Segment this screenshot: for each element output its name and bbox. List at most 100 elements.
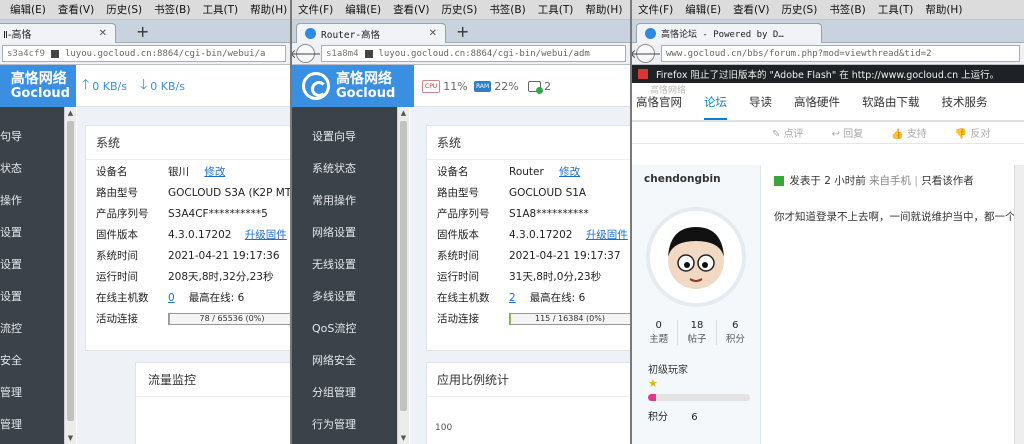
menu-edit[interactable]: 编辑(E) (685, 2, 721, 17)
nav-hardware[interactable]: 高恪硬件 (794, 94, 840, 110)
menu-help[interactable]: 帮助(H) (925, 2, 962, 17)
sidebar-item-network[interactable]: 网络设置 (312, 217, 397, 249)
close-tab-icon[interactable]: ✕ (421, 28, 437, 39)
sidebar-item-behavior[interactable]: 管理 (0, 409, 64, 441)
browser-tab[interactable]: Ⅱ-高恪 ✕ (0, 23, 116, 43)
menu-tools[interactable]: 工具(T) (202, 2, 238, 17)
sidebar-item-multiline[interactable]: 多线设置 (312, 281, 397, 313)
gocloud-logo-icon (302, 72, 330, 100)
upgrade-firmware-link[interactable]: 升级固件 (586, 229, 628, 241)
menu-history[interactable]: 历史(S) (441, 2, 477, 17)
menu-history[interactable]: 历史(S) (781, 2, 817, 17)
menu-view[interactable]: 查看(V) (393, 2, 429, 17)
online-users-value: 2 (544, 79, 551, 93)
back-arrow-icon[interactable]: 🡐 (292, 44, 322, 63)
menu-help[interactable]: 帮助(H) (585, 2, 622, 17)
scroll-thumb[interactable] (67, 121, 74, 421)
scroll-up-icon[interactable]: ▲ (65, 107, 76, 119)
sidebar-scrollbar[interactable]: ▲ ▼ (64, 107, 76, 444)
post-separator: | (914, 175, 918, 187)
row-device-name: 设备名 Router 修改 (437, 162, 580, 183)
browser-tab[interactable]: 高恪论坛 - Powered by D… (636, 23, 822, 43)
sidebar-item-operations[interactable]: 常用操作 (312, 185, 397, 217)
only-author-link[interactable]: 只看该作者 (921, 175, 974, 187)
sidebar-item-wizard[interactable]: 句导 (0, 121, 64, 153)
author-username[interactable]: chendongbin (644, 173, 721, 185)
sidebar-item-operations[interactable]: 操作 (0, 185, 64, 217)
reply-action[interactable]: ↩ 回复 (832, 125, 878, 140)
download-speed-value: 0 KB/s (150, 79, 185, 93)
sidebar-scrollbar[interactable]: ▲ ▼ (397, 107, 409, 444)
url-bar[interactable]: s3a4cf9 luyou.gocloud.cn:8864/cgi-bin/we… (2, 45, 286, 62)
sidebar-item-status[interactable]: 状态 (0, 153, 64, 185)
sidebar-item-wireless[interactable]: 设置 (0, 249, 64, 281)
upload-speed: 🡑 0 KB/s (82, 65, 127, 107)
avatar[interactable] (646, 207, 746, 307)
star-icon: ★ (648, 377, 658, 390)
edit-link[interactable]: 修改 (559, 166, 580, 178)
logo-text-cn: 高恪网络 (10, 70, 67, 87)
sidebar-item-wireless[interactable]: 无线设置 (312, 249, 397, 281)
row-device-name: 设备名 银川 修改 (96, 162, 225, 183)
scroll-down-icon[interactable]: ▼ (65, 432, 76, 444)
menu-tools[interactable]: 工具(T) (878, 2, 914, 17)
points-progress-bar (648, 394, 750, 401)
progress-fill (510, 314, 511, 324)
upgrade-firmware-link[interactable]: 升级固件 (245, 229, 287, 241)
online-hosts-link[interactable]: 0 (168, 292, 175, 304)
menu-file[interactable]: 文件(F) (638, 2, 673, 17)
menu-bookmarks[interactable]: 书签(B) (829, 2, 865, 17)
online-hosts-link[interactable]: 2 (509, 292, 516, 304)
menu-bar: 文件(F) 编辑(E) 查看(V) 历史(S) 书签(B) 工具(T) 帮助(H… (632, 0, 1024, 20)
nav-router-download[interactable]: 软路由下载 (862, 94, 920, 110)
sidebar-item-wizard[interactable]: 设置向导 (312, 121, 397, 153)
stat-posts[interactable]: 18 帖子 (678, 320, 717, 345)
sidebar-item-qos[interactable]: QoS流控 (312, 313, 397, 345)
close-tab-icon[interactable]: ✕ (91, 28, 107, 39)
support-action[interactable]: 👍 支持 (891, 125, 941, 140)
menu-edit[interactable]: 编辑(E) (345, 2, 381, 17)
menu-bookmarks[interactable]: 书签(B) (154, 2, 190, 17)
upload-arrow-icon: 🡑 (82, 77, 90, 93)
new-tab-icon[interactable]: + (136, 22, 149, 41)
menu-view[interactable]: 查看(V) (58, 2, 94, 17)
user-rank[interactable]: 初级玩家 (648, 361, 688, 376)
back-arrow-icon[interactable]: 🡐 (632, 44, 662, 63)
sidebar-item-group[interactable]: 管理 (0, 377, 64, 409)
menu-view[interactable]: 查看(V) (733, 2, 769, 17)
menu-edit[interactable]: 编辑(E) (10, 2, 46, 17)
ram-value: 22% (494, 79, 519, 93)
stat-points[interactable]: 6 积分 (717, 320, 754, 345)
sidebar-item-security[interactable]: 安全 (0, 345, 64, 377)
sidebar-item-group[interactable]: 分组管理 (312, 377, 397, 409)
url-bar[interactable]: www.gocloud.cn/bbs/forum.php?mod=viewthr… (661, 45, 1020, 62)
url-bar[interactable]: s1a8m4 luyou.gocloud.cn:8864/cgi-bin/web… (321, 45, 626, 62)
oppose-action[interactable]: 👎 反对 (955, 125, 1005, 140)
nav-guide[interactable]: 导读 (749, 94, 772, 110)
menu-help[interactable]: 帮助(H) (250, 2, 287, 17)
progress-text: 78 / 65536 (0%) (199, 314, 265, 323)
sidebar-item-network[interactable]: 设置 (0, 217, 64, 249)
label: 路由型号 (96, 187, 138, 199)
browser-tab[interactable]: Router-高恪 ✕ (296, 23, 446, 43)
sidebar-item-status[interactable]: 系统状态 (312, 153, 397, 185)
menu-history[interactable]: 历史(S) (106, 2, 142, 17)
scroll-down-icon[interactable]: ▼ (398, 432, 409, 444)
new-tab-icon[interactable]: + (456, 22, 469, 41)
sidebar-item-security[interactable]: 网络安全 (312, 345, 397, 377)
scroll-up-icon[interactable]: ▲ (398, 107, 409, 119)
menu-bookmarks[interactable]: 书签(B) (489, 2, 525, 17)
scroll-thumb[interactable] (400, 121, 407, 411)
sidebar-item-behavior[interactable]: 行为管理 (312, 409, 397, 441)
page-scrollbar[interactable] (1014, 165, 1024, 444)
row-uptime: 运行时间 208天,8时,32分,23秒 (96, 267, 273, 288)
sidebar-item-multiline[interactable]: 设置 (0, 281, 64, 313)
nav-forum[interactable]: 论坛 (704, 94, 727, 120)
nav-tech-service[interactable]: 技术服务 (942, 94, 988, 110)
stat-topics[interactable]: 0 主题 (640, 320, 679, 345)
comment-action[interactable]: ✎ 点评 (772, 125, 818, 140)
menu-tools[interactable]: 工具(T) (538, 2, 574, 17)
edit-link[interactable]: 修改 (204, 166, 225, 178)
menu-file[interactable]: 文件(F) (298, 2, 333, 17)
sidebar-item-qos[interactable]: 流控 (0, 313, 64, 345)
